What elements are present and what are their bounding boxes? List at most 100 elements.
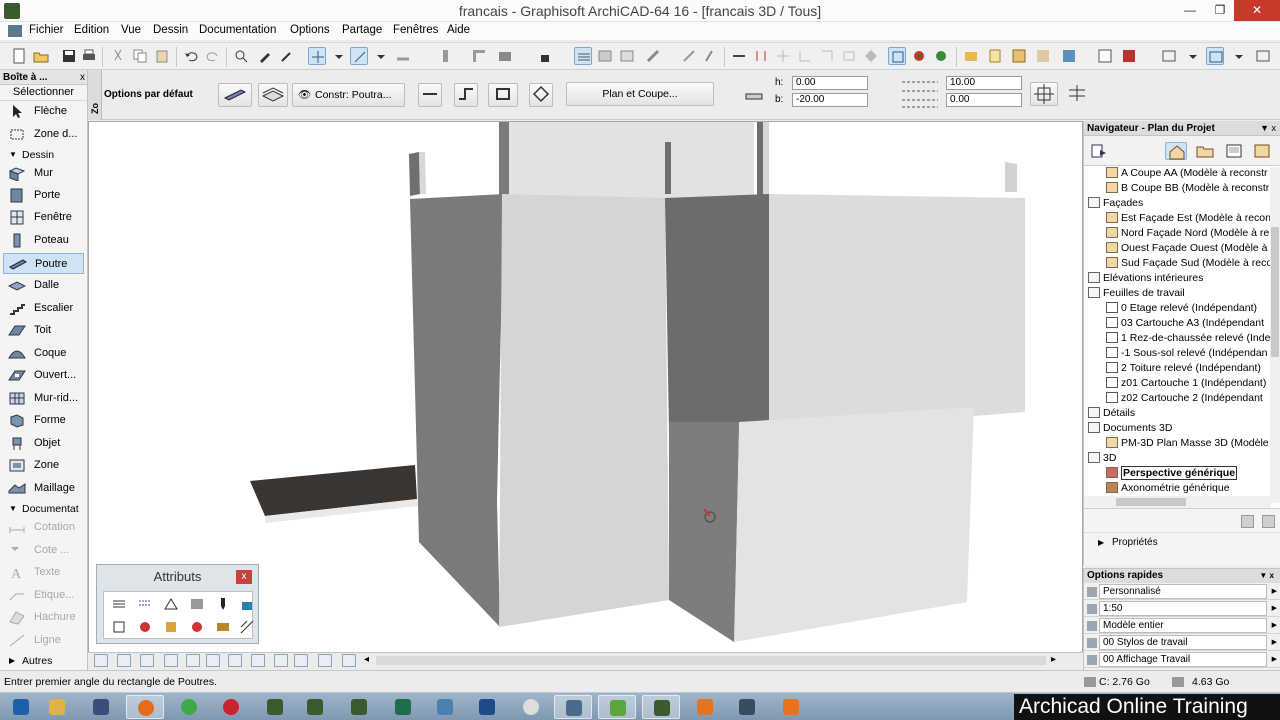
teamwork-icon[interactable]	[962, 47, 980, 65]
render-icon[interactable]	[932, 47, 950, 65]
book-icon[interactable]	[1010, 47, 1028, 65]
chrome-taskbar-icon[interactable]	[170, 695, 208, 719]
horizontal-scrollbar[interactable]	[376, 656, 1046, 665]
app-taskbar-icon[interactable]	[82, 695, 120, 719]
markup-styles-attr-icon[interactable]	[163, 619, 179, 635]
orbit-icon[interactable]	[251, 654, 265, 667]
construction-layer-button[interactable]: 👁 Constr: Poutra...	[292, 83, 405, 107]
anchor-point-button[interactable]	[1063, 82, 1091, 106]
nav-row[interactable]: PM-3D Plan Masse 3D (Modèle à	[1106, 436, 1277, 451]
quick-options-menu-icon[interactable]: ▼ x	[1259, 569, 1274, 583]
tool-texte[interactable]: A Texte	[3, 562, 84, 583]
renovation-filters-attr-icon[interactable]	[239, 619, 255, 635]
sun-icon[interactable]	[910, 47, 928, 65]
nav-row[interactable]: Sud Façade Sud (Modèle à reco	[1106, 256, 1272, 271]
tool-coque[interactable]: Coque	[3, 343, 84, 364]
menu-fichier[interactable]: Fichier	[29, 24, 64, 36]
layout-book-tab-icon[interactable]	[1223, 142, 1245, 160]
group-documentation[interactable]: ▼ Documentat	[0, 502, 86, 516]
app-green-taskbar-icon[interactable]	[384, 695, 422, 719]
beam-height-input[interactable]: 0.00	[792, 76, 868, 90]
fit-in-window-icon[interactable]	[294, 654, 308, 667]
menu-partage[interactable]: Partage	[342, 24, 382, 36]
explode-icon[interactable]	[818, 47, 836, 65]
app-blue-taskbar-icon[interactable]	[426, 695, 464, 719]
attributes-close-icon[interactable]: x	[236, 570, 252, 584]
beam-settings-button[interactable]	[218, 83, 252, 107]
reference-line-button[interactable]	[1030, 82, 1058, 106]
tool-ligne[interactable]: Ligne	[3, 630, 84, 651]
split-icon[interactable]	[730, 47, 748, 65]
plan-and-section-button[interactable]: Plan et Coupe...	[566, 82, 714, 106]
publisher-tab-icon[interactable]	[1251, 142, 1273, 160]
help-icon[interactable]	[1254, 47, 1272, 65]
zoom-window-icon[interactable]	[117, 654, 131, 667]
group-autres[interactable]: ▶ Autres	[0, 654, 86, 668]
new-file-icon[interactable]	[10, 47, 28, 65]
beam-offset-input[interactable]: -20.00	[792, 93, 868, 107]
menu-fenetres[interactable]: Fenêtres	[393, 24, 438, 36]
navigator-menu-icon[interactable]: ▼ x	[1260, 121, 1276, 136]
menu-documentation[interactable]: Documentation	[199, 24, 276, 36]
palette-dropdown-icon[interactable]	[1230, 47, 1248, 65]
minimize-button[interactable]: —	[1175, 0, 1205, 21]
nav-row[interactable]: Axonométrie générique	[1106, 481, 1230, 496]
nav-row[interactable]: z01 Cartouche 1 (Indépendant)	[1106, 376, 1266, 391]
resize-icon[interactable]	[700, 47, 718, 65]
revit-taskbar-icon[interactable]	[468, 695, 506, 719]
tool-cote-niveau[interactable]: Cote ...	[3, 540, 84, 561]
publish-icon[interactable]	[986, 47, 1004, 65]
beam-width-input[interactable]: 10.00	[946, 76, 1022, 90]
nav-row[interactable]: Feuilles de travail	[1088, 286, 1185, 301]
paste-icon[interactable]	[153, 47, 171, 65]
tool-poutre[interactable]: Poutre	[3, 253, 84, 274]
tool-porte[interactable]: Porte	[3, 185, 84, 206]
adjust-icon[interactable]	[752, 47, 770, 65]
find-select-icon[interactable]	[232, 47, 250, 65]
nav-row[interactable]: 0 Etage relevé (Indépendant)	[1106, 301, 1257, 316]
nav-row[interactable]: Documents 3D	[1088, 421, 1172, 436]
menu-vue[interactable]: Vue	[121, 24, 141, 36]
app-gray-taskbar-icon[interactable]	[512, 695, 550, 719]
maximize-button[interactable]: ❐	[1205, 0, 1235, 21]
undo-icon[interactable]	[182, 47, 200, 65]
geometry-rectangle-button[interactable]	[488, 83, 518, 107]
operation-profiles-attr-icon[interactable]	[215, 619, 231, 635]
print-icon[interactable]	[80, 47, 98, 65]
quick-option-layer-combo[interactable]: Personnalisé ▶	[1084, 584, 1280, 600]
menu-options[interactable]: Options	[290, 24, 330, 36]
line-types-attr-icon[interactable]	[137, 596, 153, 612]
pdf-icon[interactable]	[1120, 47, 1138, 65]
app-green2-taskbar-icon[interactable]	[598, 695, 636, 719]
tool-mur-rideau[interactable]: Mur-rid...	[3, 388, 84, 409]
quick-option-scale[interactable]: 1:50 ▶	[1084, 601, 1280, 617]
layers-attr-icon[interactable]	[111, 596, 127, 612]
nav-row[interactable]: Elévations intérieures	[1088, 271, 1203, 286]
tool-toit[interactable]: Toit	[3, 320, 84, 341]
view-map-tab-icon[interactable]	[1194, 142, 1216, 160]
gravity-icon[interactable]	[350, 47, 368, 65]
windows-start-icon[interactable]	[2, 695, 40, 719]
tool-ouverture[interactable]: Ouvert...	[3, 365, 84, 386]
zoom-in-small-icon[interactable]	[186, 654, 200, 667]
nav-row[interactable]: B Coupe BB (Modèle à reconstr	[1106, 181, 1269, 196]
select-tool-header[interactable]: Sélectionner	[0, 85, 87, 101]
tool-zone[interactable]: Zone	[3, 455, 84, 476]
scroll-right-icon[interactable]: ▸	[1051, 654, 1056, 665]
navigator-horizontal-scrollbar[interactable]	[1084, 496, 1271, 508]
toolbox-close-icon[interactable]: x	[80, 70, 85, 85]
materials-attr-icon[interactable]	[239, 596, 255, 612]
tool-zone-marquee[interactable]: Zone d...	[3, 124, 84, 145]
navigator-delete-icon[interactable]	[1262, 515, 1275, 528]
align-icon[interactable]	[440, 47, 458, 65]
previous-zoom-icon[interactable]	[318, 654, 332, 667]
navigator-settings-icon[interactable]	[1241, 515, 1254, 528]
project-info-icon[interactable]	[1096, 47, 1114, 65]
attributes-titlebar[interactable]: Attributs x	[97, 565, 258, 589]
element-info-icon[interactable]	[644, 47, 662, 65]
copy-icon[interactable]	[131, 47, 149, 65]
mep-systems-attr-icon[interactable]	[189, 619, 205, 635]
nav-row[interactable]: Nord Façade Nord (Modèle à re	[1106, 226, 1269, 241]
orange2-app-taskbar-icon[interactable]	[772, 695, 810, 719]
navigator-toggle-icon[interactable]	[1206, 47, 1224, 65]
